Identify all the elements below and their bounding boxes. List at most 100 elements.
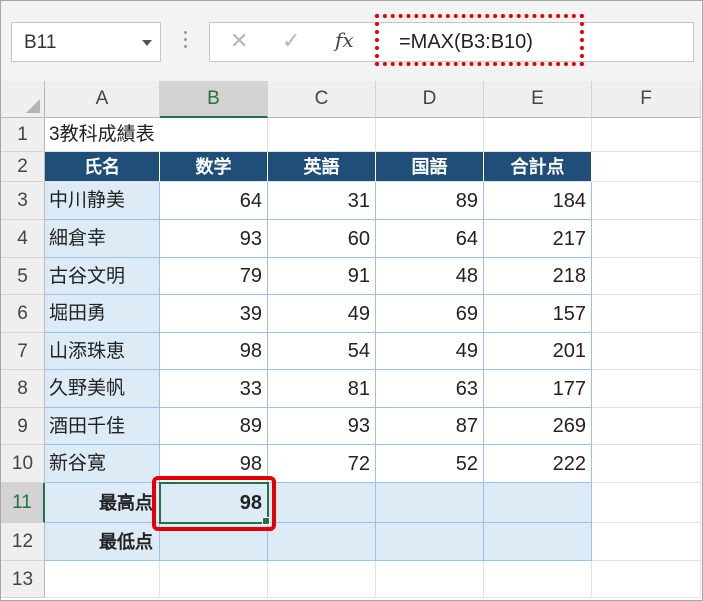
cell-f2[interactable] — [592, 152, 701, 182]
english-score[interactable]: 60 — [268, 220, 376, 258]
column-header-a[interactable]: A — [45, 81, 160, 118]
math-score[interactable]: 89 — [160, 408, 268, 445]
cell-e12[interactable] — [484, 523, 592, 561]
cell-e13[interactable] — [484, 561, 592, 598]
english-score[interactable]: 91 — [268, 258, 376, 295]
row-header-3[interactable]: 3 — [1, 182, 45, 220]
cell-f8[interactable] — [592, 370, 701, 408]
cell-c13[interactable] — [268, 561, 376, 598]
english-score[interactable]: 49 — [268, 295, 376, 333]
cell-a13[interactable] — [45, 561, 160, 598]
total-score[interactable]: 222 — [484, 445, 592, 483]
japanese-score[interactable]: 64 — [376, 220, 484, 258]
math-score[interactable]: 98 — [160, 333, 268, 370]
cell-f11[interactable] — [592, 483, 701, 523]
chevron-down-icon[interactable] — [142, 40, 152, 46]
cell-b13[interactable] — [160, 561, 268, 598]
row-header-6[interactable]: 6 — [1, 295, 45, 333]
row-header-2[interactable]: 2 — [1, 152, 45, 182]
math-score[interactable]: 79 — [160, 258, 268, 295]
japanese-score[interactable]: 63 — [376, 370, 484, 408]
total-score[interactable]: 157 — [484, 295, 592, 333]
cell-f9[interactable] — [592, 408, 701, 445]
student-name[interactable]: 古谷文明 — [45, 258, 160, 295]
min-label[interactable]: 最低点 — [45, 523, 160, 561]
cell-c1[interactable] — [268, 118, 376, 152]
cell-d1[interactable] — [376, 118, 484, 152]
student-name[interactable]: 酒田千佳 — [45, 408, 160, 445]
row-header-7[interactable]: 7 — [1, 333, 45, 370]
header-math[interactable]: 数学 — [160, 152, 268, 182]
cell-f12[interactable] — [592, 523, 701, 561]
student-name[interactable]: 堀田勇 — [45, 295, 160, 333]
student-name[interactable]: 久野美帆 — [45, 370, 160, 408]
student-name[interactable]: 中川静美 — [45, 182, 160, 220]
student-name[interactable]: 新谷寛 — [45, 445, 160, 483]
japanese-score[interactable]: 89 — [376, 182, 484, 220]
japanese-score[interactable]: 69 — [376, 295, 484, 333]
cell-d13[interactable] — [376, 561, 484, 598]
row-header-9[interactable]: 9 — [1, 408, 45, 445]
row-header-13[interactable]: 13 — [1, 561, 45, 598]
row-header-11[interactable]: 11 — [1, 483, 45, 523]
row-header-4[interactable]: 4 — [1, 220, 45, 258]
cell-e11[interactable] — [484, 483, 592, 523]
column-header-b[interactable]: B — [160, 81, 268, 118]
cell-c11[interactable] — [268, 483, 376, 523]
cell-f4[interactable] — [592, 220, 701, 258]
cell-f10[interactable] — [592, 445, 701, 483]
column-header-e[interactable]: E — [484, 81, 592, 118]
cell-f3[interactable] — [592, 182, 701, 220]
japanese-score[interactable]: 48 — [376, 258, 484, 295]
total-score[interactable]: 184 — [484, 182, 592, 220]
english-score[interactable]: 54 — [268, 333, 376, 370]
total-score[interactable]: 218 — [484, 258, 592, 295]
cell-d12[interactable] — [376, 523, 484, 561]
japanese-score[interactable]: 87 — [376, 408, 484, 445]
cancel-icon[interactable]: ✕ — [230, 29, 248, 54]
japanese-score[interactable]: 49 — [376, 333, 484, 370]
row-header-8[interactable]: 8 — [1, 370, 45, 408]
max-label[interactable]: 最高点 — [45, 483, 160, 523]
cell-d11[interactable] — [376, 483, 484, 523]
english-score[interactable]: 72 — [268, 445, 376, 483]
column-header-c[interactable]: C — [268, 81, 376, 118]
total-score[interactable]: 177 — [484, 370, 592, 408]
insert-function-icon[interactable]: fx — [335, 28, 354, 52]
column-header-d[interactable]: D — [376, 81, 484, 118]
sheet-title-cell[interactable]: 3教科成績表 — [45, 118, 268, 152]
english-score[interactable]: 81 — [268, 370, 376, 408]
total-score[interactable]: 269 — [484, 408, 592, 445]
math-score[interactable]: 39 — [160, 295, 268, 333]
english-score[interactable]: 93 — [268, 408, 376, 445]
english-score[interactable]: 31 — [268, 182, 376, 220]
header-english[interactable]: 英語 — [268, 152, 376, 182]
student-name[interactable]: 細倉幸 — [45, 220, 160, 258]
student-name[interactable]: 山添珠恵 — [45, 333, 160, 370]
header-name[interactable]: 氏名 — [45, 152, 160, 182]
row-header-12[interactable]: 12 — [1, 523, 45, 561]
select-all-corner[interactable] — [1, 81, 45, 118]
cell-c12[interactable] — [268, 523, 376, 561]
row-header-5[interactable]: 5 — [1, 258, 45, 295]
cell-f5[interactable] — [592, 258, 701, 295]
math-score[interactable]: 64 — [160, 182, 268, 220]
cell-f6[interactable] — [592, 295, 701, 333]
cell-f7[interactable] — [592, 333, 701, 370]
cell-f13[interactable] — [592, 561, 701, 598]
math-score[interactable]: 93 — [160, 220, 268, 258]
japanese-score[interactable]: 52 — [376, 445, 484, 483]
enter-icon[interactable]: ✓ — [282, 29, 300, 54]
row-header-1[interactable]: 1 — [1, 118, 45, 152]
cell-f1[interactable] — [592, 118, 701, 152]
header-total[interactable]: 合計点 — [484, 152, 592, 182]
column-header-f[interactable]: F — [592, 81, 701, 118]
header-japanese[interactable]: 国語 — [376, 152, 484, 182]
drag-handle-icon[interactable] — [184, 31, 187, 51]
total-score[interactable]: 217 — [484, 220, 592, 258]
cell-e1[interactable] — [484, 118, 592, 152]
math-score[interactable]: 33 — [160, 370, 268, 408]
row-header-10[interactable]: 10 — [1, 445, 45, 483]
total-score[interactable]: 201 — [484, 333, 592, 370]
name-box[interactable]: B11 — [11, 22, 161, 62]
